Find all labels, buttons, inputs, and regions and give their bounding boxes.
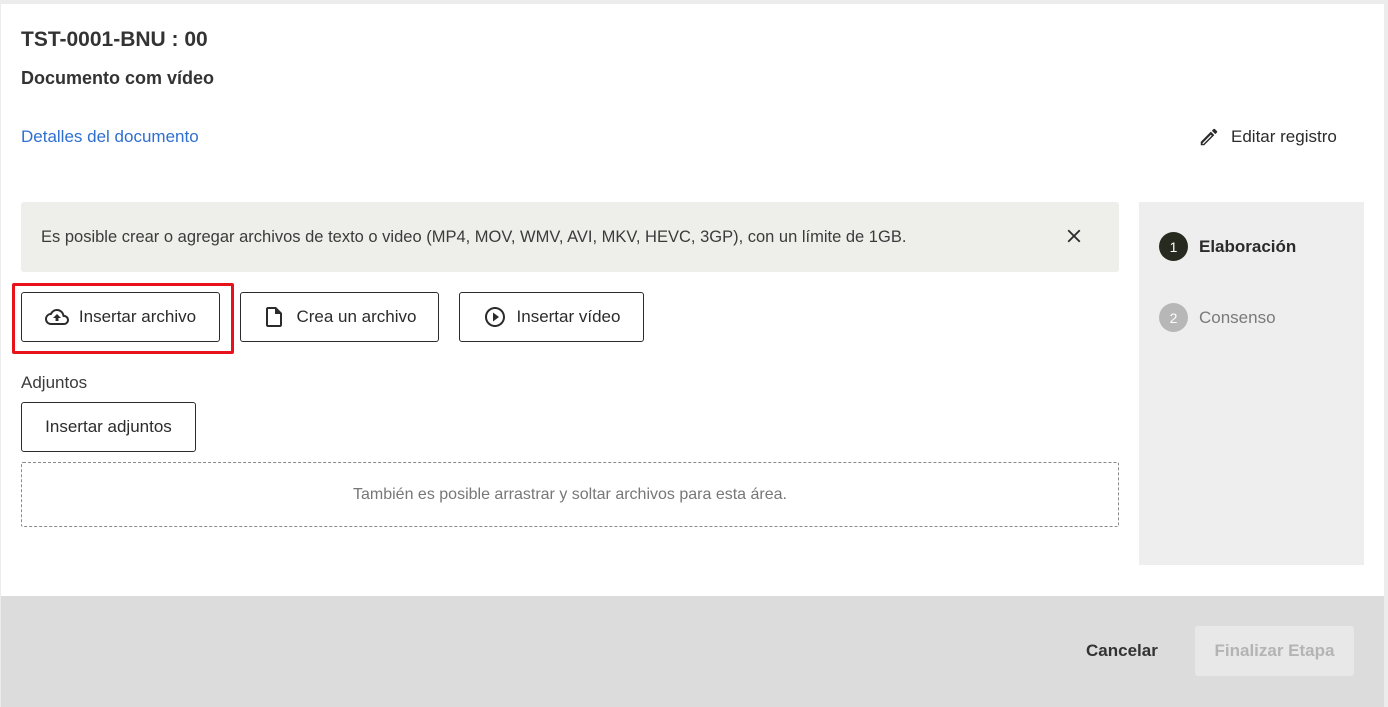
cancel-button[interactable]: Cancelar: [1086, 641, 1158, 661]
document-subtitle: Documento com vídeo: [21, 68, 215, 88]
file-dropzone[interactable]: También es posible arrastrar y soltar ar…: [21, 462, 1119, 527]
insert-video-label: Insertar vídeo: [516, 307, 621, 326]
highlight-box: [12, 283, 234, 354]
step-number: 1: [1159, 232, 1188, 261]
close-icon[interactable]: [1063, 225, 1085, 247]
stage-stepper: 1 Elaboración 2 Consenso: [1139, 202, 1364, 565]
page-title: TST-0001-BNU : 00: [21, 28, 208, 51]
notice-text: Es posible crear o agregar archivos de t…: [41, 227, 907, 246]
edit-record-button[interactable]: Editar registro: [1198, 124, 1337, 150]
pencil-icon: [1200, 128, 1218, 146]
edit-record-label: Editar registro: [1231, 127, 1337, 146]
step-label: Consenso: [1199, 307, 1276, 327]
play-circle-icon: [484, 307, 505, 327]
step-label: Elaboración: [1199, 236, 1297, 256]
step-number: 2: [1159, 303, 1188, 332]
attachments-label: Adjuntos: [21, 373, 88, 392]
step-consenso: 2 Consenso: [1159, 303, 1276, 332]
dropzone-text: También es posible arrastrar y soltar ar…: [353, 485, 787, 503]
insert-attachments-button[interactable]: Insertar adjuntos: [21, 402, 196, 452]
insert-video-button[interactable]: Insertar vídeo: [459, 292, 644, 342]
create-file-label: Crea un archivo: [296, 307, 417, 326]
info-notice: Es posible crear o agregar archivos de t…: [21, 202, 1119, 272]
create-file-button[interactable]: Crea un archivo: [240, 292, 439, 342]
document-details-link[interactable]: Detalles del documento: [21, 127, 199, 147]
finalize-stage-button[interactable]: Finalizar Etapa: [1195, 626, 1354, 676]
document-page: TST-0001-BNU : 00 Documento com vídeo De…: [1, 4, 1384, 596]
document-icon: [266, 307, 283, 327]
footer-bar: Cancelar Finalizar Etapa: [1, 596, 1384, 707]
step-elaboracion: 1 Elaboración: [1159, 232, 1296, 261]
insert-attachments-label: Insertar adjuntos: [45, 417, 172, 436]
